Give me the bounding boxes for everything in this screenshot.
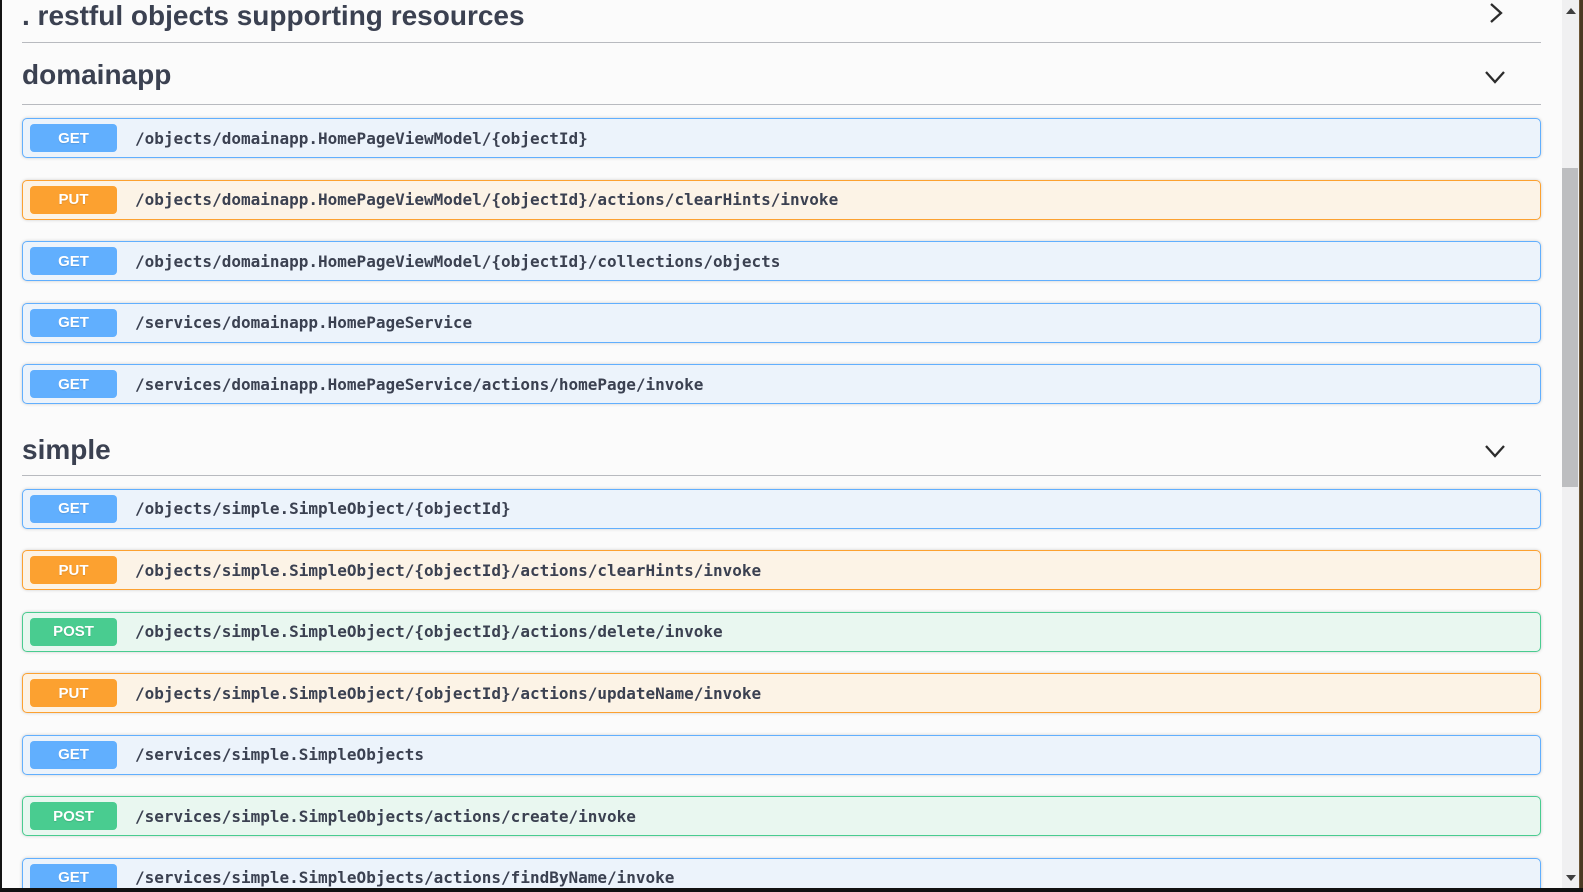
api-section-restful-objects: . restful objects supporting resources [22, 0, 1541, 43]
endpoint-path: /objects/simple.SimpleObject/{objectId}/… [135, 561, 761, 580]
endpoint-path: /objects/domainapp.HomePageViewModel/{ob… [135, 190, 838, 209]
window-border-right [1579, 0, 1583, 892]
endpoint-row[interactable]: GET /services/domainapp.HomePageService/… [22, 364, 1541, 404]
scroll-up-button[interactable] [1562, 2, 1579, 19]
endpoint-path: /objects/simple.SimpleObject/{objectId} [135, 499, 511, 518]
window-border-bottom [0, 888, 1583, 892]
method-badge: PUT [30, 186, 117, 214]
endpoint-path: /objects/simple.SimpleObject/{objectId}/… [135, 622, 723, 641]
scroll-down-icon [1566, 875, 1576, 881]
endpoint-path: /objects/simple.SimpleObject/{objectId}/… [135, 684, 761, 703]
section-header[interactable]: . restful objects supporting resources [22, 0, 1541, 43]
method-badge: PUT [30, 556, 117, 584]
scroll-down-button[interactable] [1562, 869, 1579, 886]
chevron-down-icon [1483, 64, 1507, 88]
endpoint-row[interactable]: PUT /objects/simple.SimpleObject/{object… [22, 550, 1541, 590]
method-badge: GET [30, 247, 117, 275]
endpoint-row[interactable]: GET /objects/domainapp.HomePageViewModel… [22, 241, 1541, 281]
method-badge: GET [30, 741, 117, 769]
api-section-simple: simple GET /objects/simple.SimpleObject/… [22, 426, 1541, 889]
method-badge: PUT [30, 679, 117, 707]
chevron-down-icon [1483, 438, 1507, 462]
endpoint-row[interactable]: GET /services/simple.SimpleObjects/actio… [22, 858, 1541, 889]
method-badge: POST [30, 618, 117, 646]
section-header[interactable]: simple [22, 426, 1541, 476]
section-header[interactable]: domainapp [22, 43, 1541, 105]
api-section-domainapp: domainapp GET /objects/domainapp.HomePag… [22, 43, 1541, 404]
endpoint-row[interactable]: GET /objects/domainapp.HomePageViewModel… [22, 118, 1541, 158]
method-badge: GET [30, 864, 117, 889]
endpoint-row[interactable]: POST /objects/simple.SimpleObject/{objec… [22, 612, 1541, 652]
section-title: domainapp [22, 60, 171, 91]
section-title: simple [22, 435, 111, 466]
endpoint-list: GET /objects/domainapp.HomePageViewModel… [22, 118, 1541, 404]
method-badge: GET [30, 124, 117, 152]
endpoint-path: /services/domainapp.HomePageService [135, 313, 472, 332]
endpoint-row[interactable]: PUT /objects/domainapp.HomePageViewModel… [22, 180, 1541, 220]
method-badge: GET [30, 495, 117, 523]
method-badge: GET [30, 309, 117, 337]
endpoint-row[interactable]: GET /objects/simple.SimpleObject/{object… [22, 489, 1541, 529]
scroll-up-icon [1566, 8, 1576, 14]
endpoint-path: /services/simple.SimpleObjects/actions/f… [135, 868, 674, 887]
window-border-left [0, 0, 2, 892]
section-title: . restful objects supporting resources [22, 1, 525, 32]
chevron-right-icon [1483, 1, 1507, 25]
api-doc-content: . restful objects supporting resources d… [2, 0, 1562, 888]
endpoint-path: /objects/domainapp.HomePageViewModel/{ob… [135, 129, 588, 148]
endpoint-row[interactable]: PUT /objects/simple.SimpleObject/{object… [22, 673, 1541, 713]
endpoint-path: /services/domainapp.HomePageService/acti… [135, 375, 703, 394]
method-badge: POST [30, 802, 117, 830]
vertical-scrollbar[interactable] [1562, 0, 1579, 888]
endpoint-list: GET /objects/simple.SimpleObject/{object… [22, 489, 1541, 889]
method-badge: GET [30, 370, 117, 398]
api-sections: . restful objects supporting resources d… [22, 0, 1541, 888]
endpoint-path: /objects/domainapp.HomePageViewModel/{ob… [135, 252, 780, 271]
endpoint-path: /services/simple.SimpleObjects/actions/c… [135, 807, 636, 826]
scrollbar-thumb[interactable] [1562, 168, 1578, 487]
endpoint-row[interactable]: GET /services/simple.SimpleObjects [22, 735, 1541, 775]
endpoint-path: /services/simple.SimpleObjects [135, 745, 424, 764]
endpoint-row[interactable]: POST /services/simple.SimpleObjects/acti… [22, 796, 1541, 836]
endpoint-row[interactable]: GET /services/domainapp.HomePageService [22, 303, 1541, 343]
